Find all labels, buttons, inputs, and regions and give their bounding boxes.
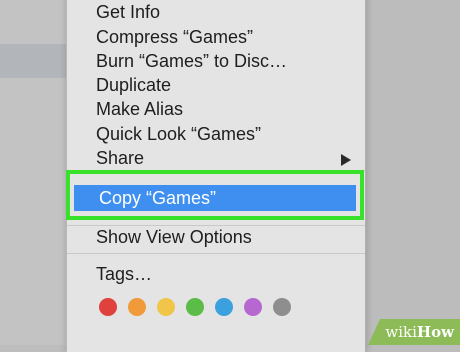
gray-tag-dot[interactable] xyxy=(273,298,291,316)
menu-item-share-label: Share xyxy=(96,148,145,168)
menu-item-share[interactable]: Share xyxy=(67,146,365,171)
menu-item-make-alias[interactable]: Make Alias xyxy=(67,97,365,122)
menu-item-duplicate[interactable]: Duplicate xyxy=(67,73,365,98)
yellow-tag-dot[interactable] xyxy=(157,298,175,316)
menu-item-show-view-options[interactable]: Show View Options xyxy=(67,225,365,250)
watermark-how: How xyxy=(416,323,454,341)
wikihow-watermark: wiki How xyxy=(368,319,460,345)
finder-window-background xyxy=(364,0,460,345)
highlight-outline: Copy “Games” xyxy=(66,170,364,220)
menu-item-burn-to-disc[interactable]: Burn “Games” to Disc… xyxy=(67,49,365,74)
menu-item-get-info[interactable]: Get Info xyxy=(67,0,365,25)
menu-item-copy-games[interactable]: Copy “Games” xyxy=(74,185,356,211)
tag-colors xyxy=(99,298,291,316)
green-tag-dot[interactable] xyxy=(186,298,204,316)
selected-row-background xyxy=(0,44,66,78)
orange-tag-dot[interactable] xyxy=(128,298,146,316)
chevron-right-icon xyxy=(341,154,351,166)
menu-item-quick-look[interactable]: Quick Look “Games” xyxy=(67,122,365,147)
menu-separator xyxy=(67,253,365,254)
menu-item-tags[interactable]: Tags… xyxy=(67,262,365,287)
menu-item-compress[interactable]: Compress “Games” xyxy=(67,25,365,50)
red-tag-dot[interactable] xyxy=(99,298,117,316)
purple-tag-dot[interactable] xyxy=(244,298,262,316)
blue-tag-dot[interactable] xyxy=(215,298,233,316)
watermark-wiki: wiki xyxy=(385,323,417,341)
